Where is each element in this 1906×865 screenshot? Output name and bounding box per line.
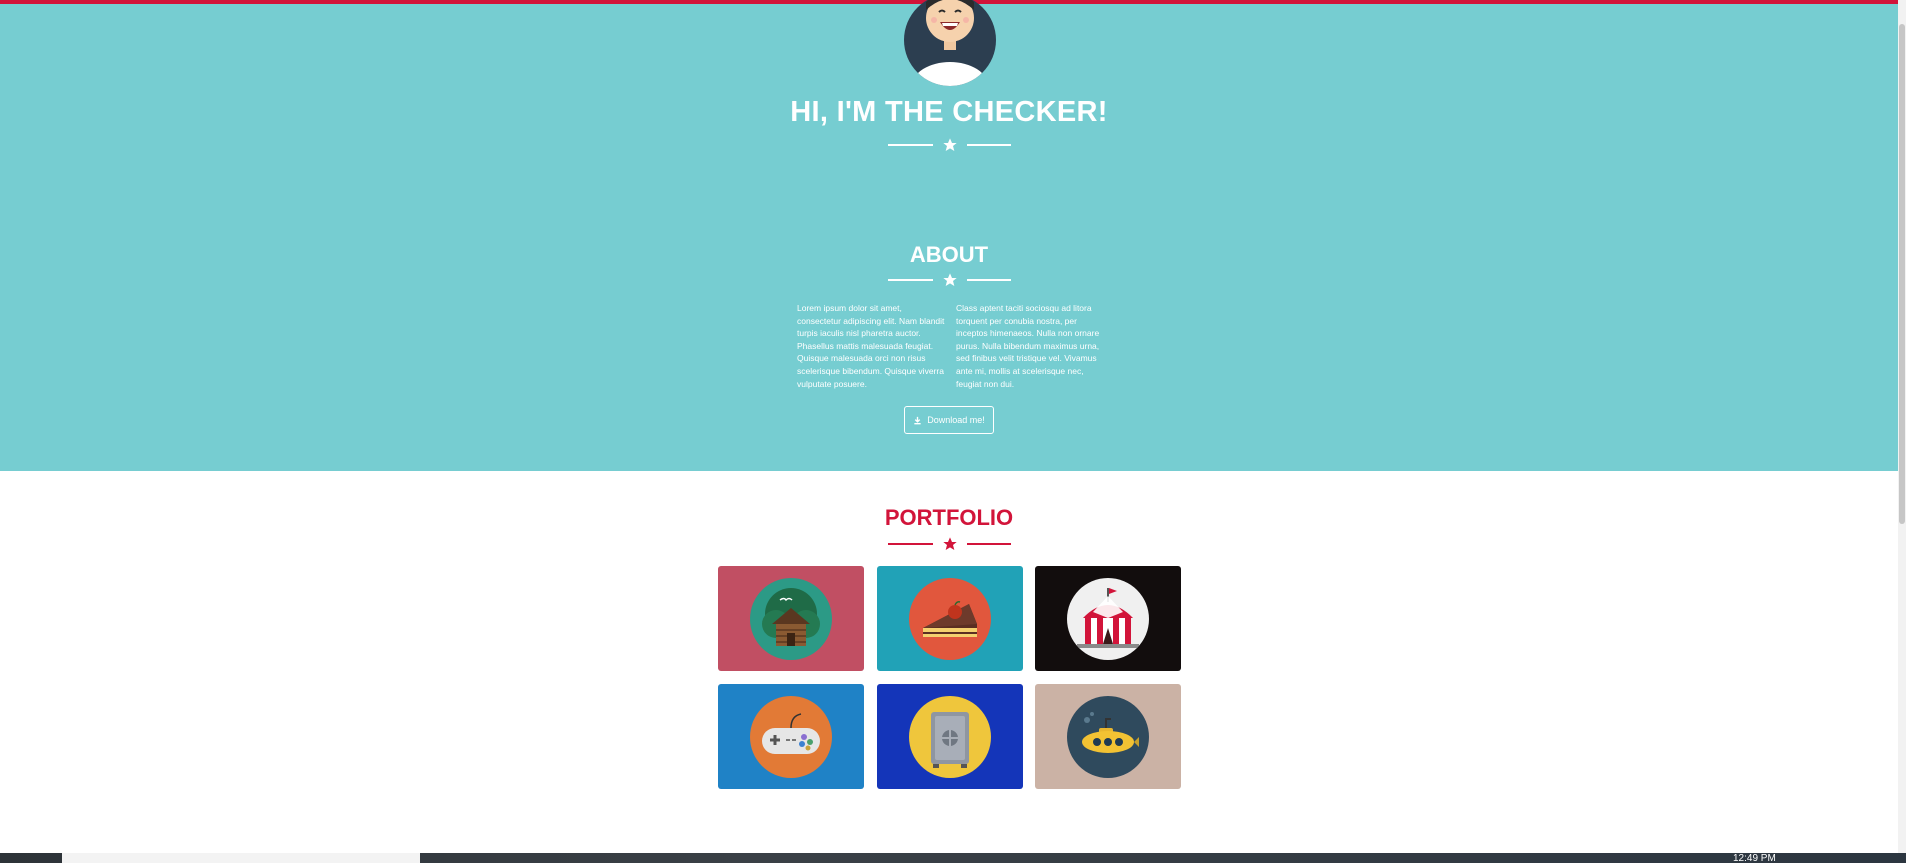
- about-title: ABOUT: [909, 242, 989, 267]
- portfolio-item-cabin[interactable]: [718, 566, 864, 671]
- game-controller-icon: [750, 695, 832, 778]
- hero-title: HI, I'M THE CHECKER!: [790, 96, 1108, 128]
- portfolio-item-controller[interactable]: [718, 684, 864, 789]
- download-button[interactable]: Download me!: [904, 406, 994, 434]
- taskbar: 12:49 PM: [0, 853, 1906, 864]
- page-scrollbar[interactable]: [1898, 0, 1906, 853]
- star-icon: [939, 136, 961, 154]
- star-icon: [939, 271, 961, 289]
- portfolio-item-cake[interactable]: [877, 566, 1023, 671]
- submarine-icon: [1067, 695, 1149, 778]
- taskbar-search-box[interactable]: [62, 853, 420, 863]
- portfolio-item-safe[interactable]: [877, 684, 1023, 789]
- about-star-divider: [888, 270, 1011, 290]
- cake-icon: [909, 577, 991, 660]
- hero-star-divider: [888, 135, 1011, 155]
- cabin-icon: [750, 577, 832, 660]
- portfolio-item-submarine[interactable]: [1035, 684, 1181, 789]
- download-icon: [914, 416, 921, 424]
- portfolio-title: PORTFOLIO: [884, 505, 1014, 530]
- star-icon: [939, 535, 961, 553]
- portfolio-item-circus[interactable]: [1035, 566, 1181, 671]
- safe-icon: [909, 695, 991, 778]
- portfolio-star-divider: [888, 534, 1011, 554]
- download-label: Download me!: [927, 415, 985, 425]
- hero-section: HI, I'M THE CHECKER! ABOUT Lorem ipsum d…: [0, 0, 1898, 471]
- scrollbar-thumb[interactable]: [1899, 24, 1905, 524]
- avatar: [904, 0, 996, 86]
- circus-tent-icon: [1067, 577, 1149, 660]
- taskbar-clock: 12:49 PM: [1733, 853, 1776, 864]
- about-text-left: Lorem ipsum dolor sit amet, consectetur …: [797, 303, 945, 389]
- about-text-right: Class aptent taciti sociosqu ad litora t…: [956, 303, 1100, 389]
